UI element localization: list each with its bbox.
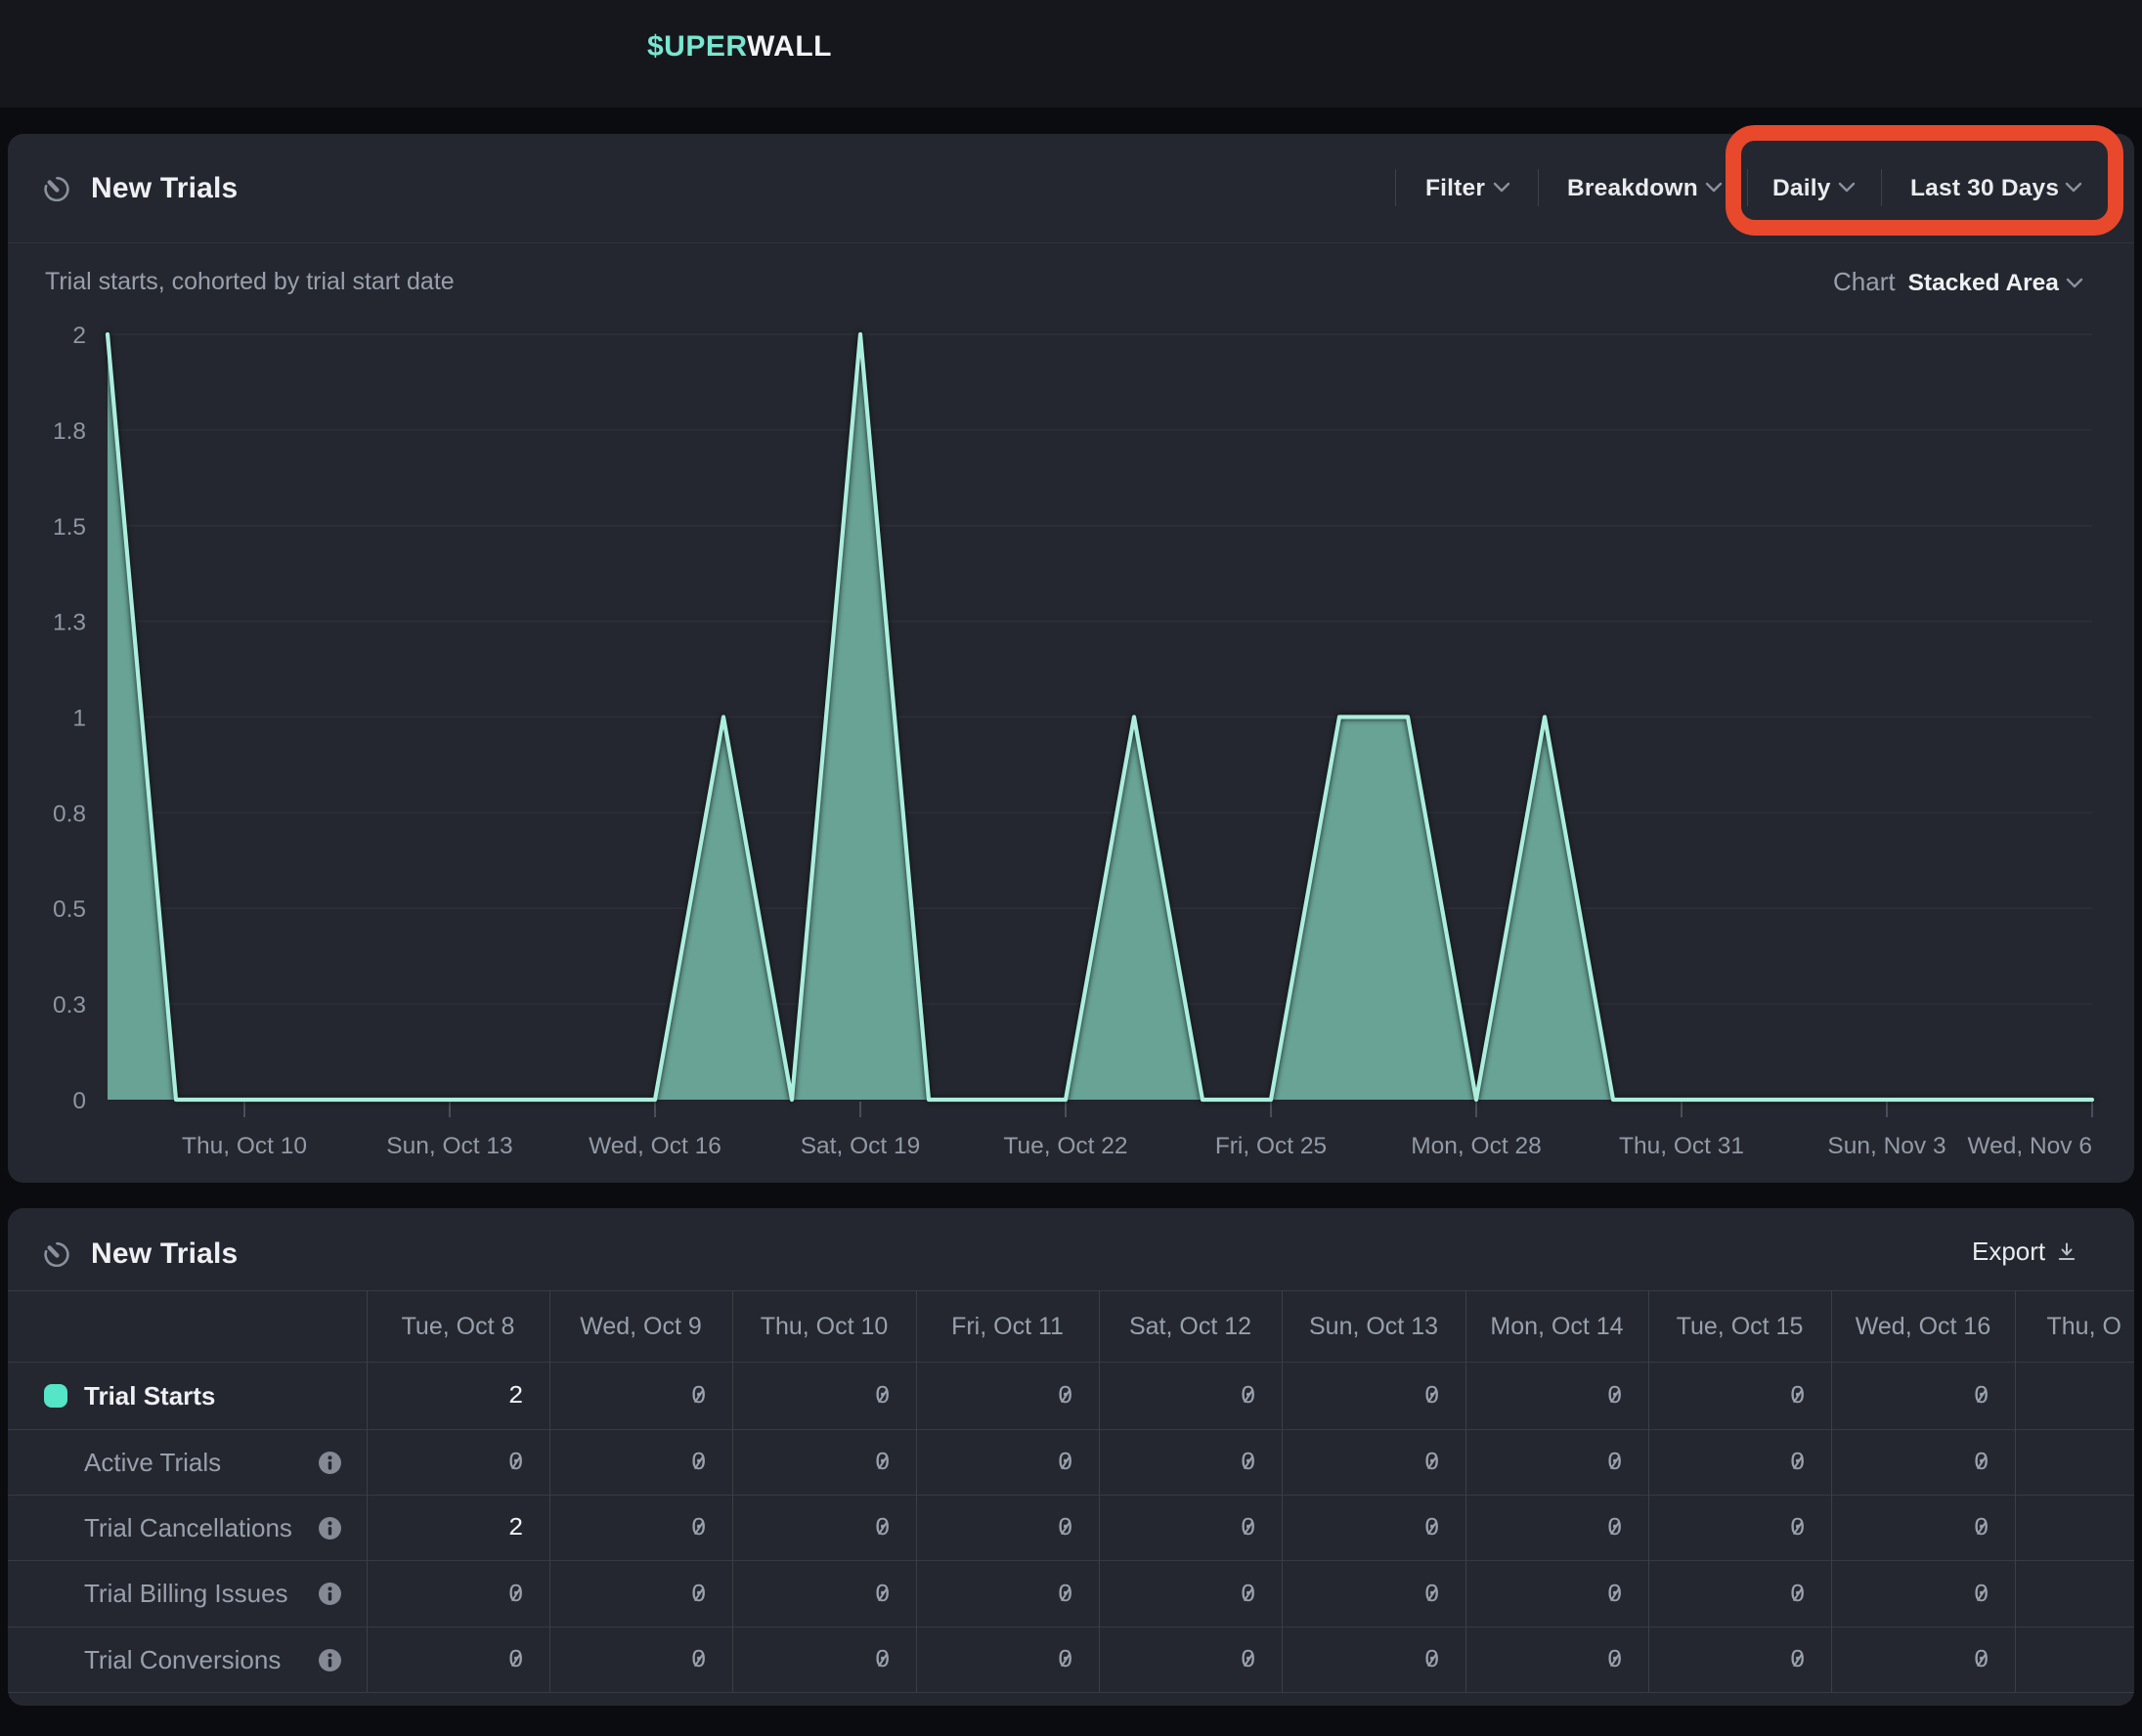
svg-text:Sun, Nov 3: Sun, Nov 3 [1827,1133,1945,1159]
svg-text:Tue, Oct 22: Tue, Oct 22 [1003,1133,1127,1159]
svg-text:0: 0 [72,1088,86,1114]
svg-text:Thu, Oct 10: Thu, Oct 10 [182,1133,307,1159]
svg-text:1.5: 1.5 [53,514,86,541]
svg-text:Mon, Oct 28: Mon, Oct 28 [1411,1133,1541,1159]
svg-text:1: 1 [72,706,86,732]
svg-text:Fri, Oct 25: Fri, Oct 25 [1215,1133,1327,1159]
svg-text:2: 2 [72,323,86,349]
svg-text:Sun, Oct 13: Sun, Oct 13 [386,1133,512,1159]
svg-text:0.8: 0.8 [53,801,86,827]
svg-text:1.8: 1.8 [53,418,86,445]
svg-text:Thu, Oct 31: Thu, Oct 31 [1619,1133,1744,1159]
svg-text:1.3: 1.3 [53,610,86,636]
svg-text:Wed, Nov 6: Wed, Nov 6 [1967,1133,2092,1159]
svg-text:0.3: 0.3 [53,992,86,1019]
svg-text:Sat, Oct 19: Sat, Oct 19 [801,1133,921,1159]
svg-text:Wed, Oct 16: Wed, Oct 16 [589,1133,721,1159]
svg-text:0.5: 0.5 [53,896,86,923]
